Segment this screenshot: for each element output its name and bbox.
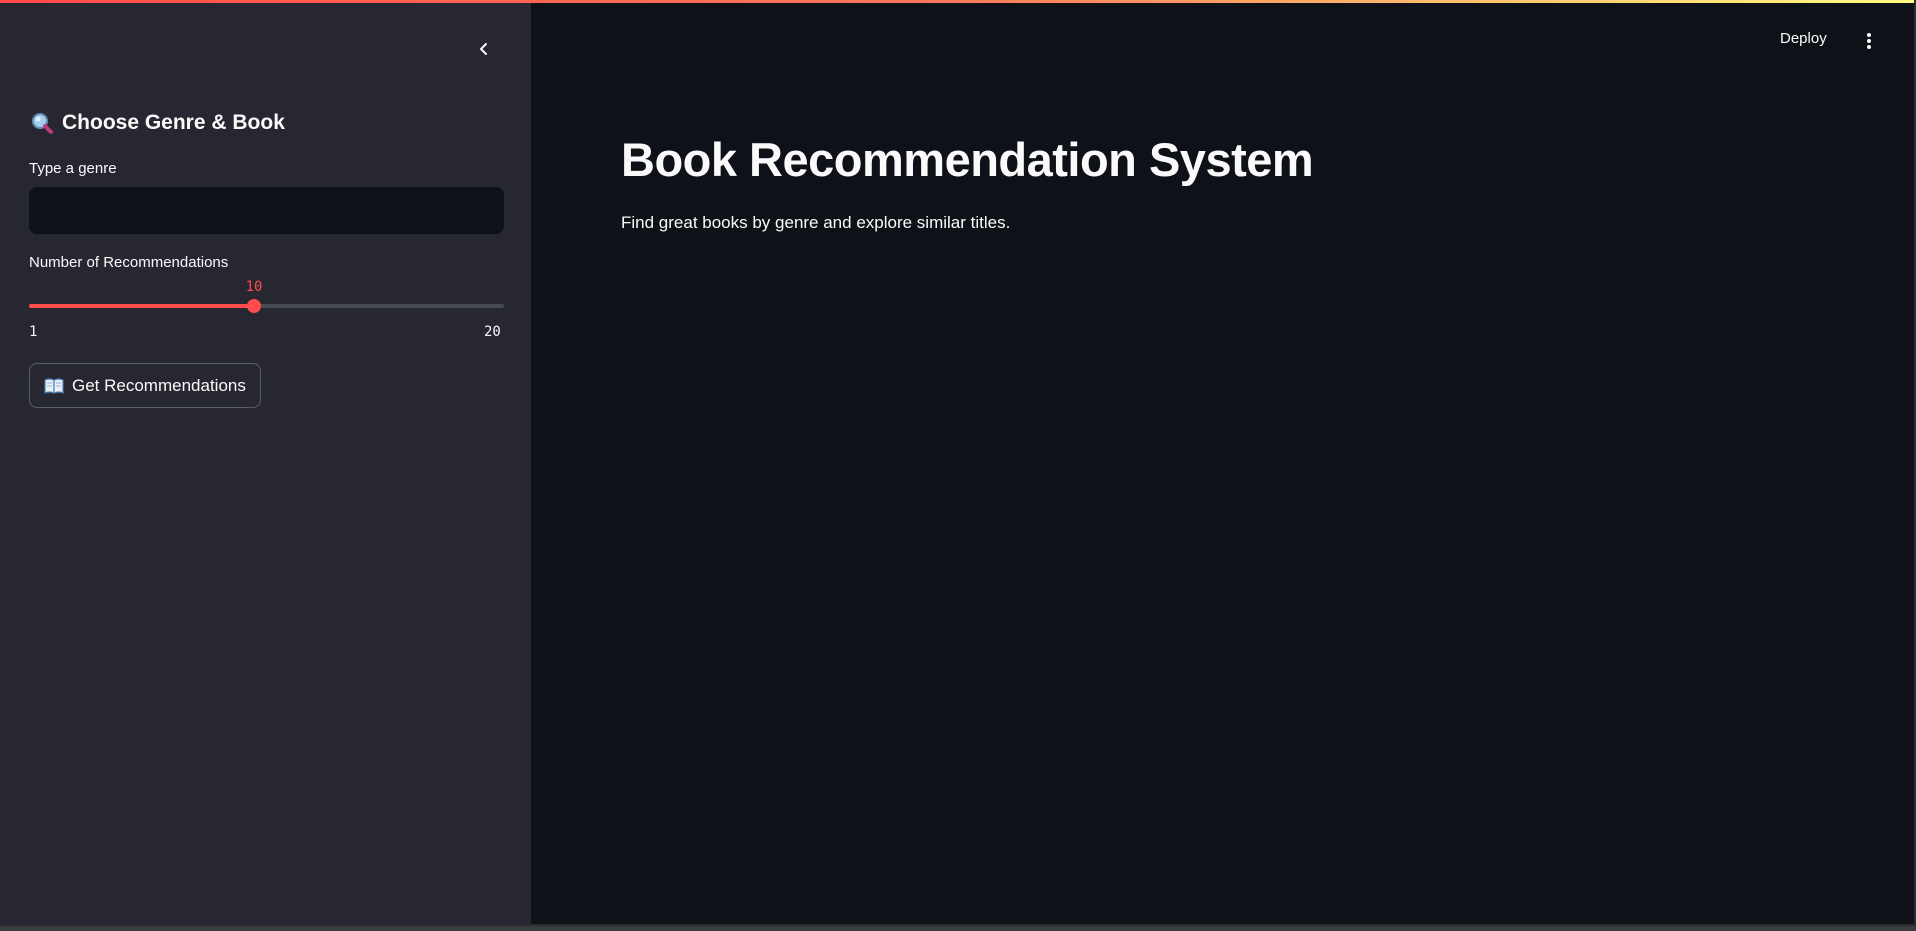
sidebar: Choose Genre & Book Type a genre Number … (0, 3, 531, 924)
app-window: Choose Genre & Book Type a genre Number … (0, 0, 1916, 926)
genre-label: Type a genre (29, 160, 117, 177)
genre-input[interactable] (29, 187, 504, 234)
more-vertical-icon (1867, 33, 1871, 49)
page-subtitle: Find great books by genre and explore si… (621, 213, 1011, 232)
slider-fill (29, 304, 254, 308)
slider-thumb[interactable] (247, 299, 261, 313)
magnifier-emoji-icon (32, 113, 53, 134)
collapse-sidebar-button[interactable] (470, 35, 498, 63)
sidebar-title: Choose Genre & Book (30, 111, 285, 135)
recommendations-slider[interactable] (29, 299, 504, 313)
slider-max-label: 20 (484, 324, 501, 340)
sidebar-title-text: Choose Genre & Book (62, 111, 285, 134)
main-menu-button[interactable] (1857, 29, 1881, 53)
slider-min-label: 1 (29, 324, 38, 340)
get-recommendations-button[interactable]: Get Recommendations (29, 363, 261, 408)
slider-label: Number of Recommendations (29, 254, 229, 271)
chevron-left-icon (480, 43, 487, 55)
slider-value: 10 (245, 279, 263, 295)
deploy-button[interactable]: Deploy (1780, 30, 1827, 47)
get-recommendations-label: Get Recommendations (72, 375, 246, 395)
page-title: Book Recommendation System (621, 133, 1314, 186)
open-book-emoji-icon (44, 377, 64, 394)
